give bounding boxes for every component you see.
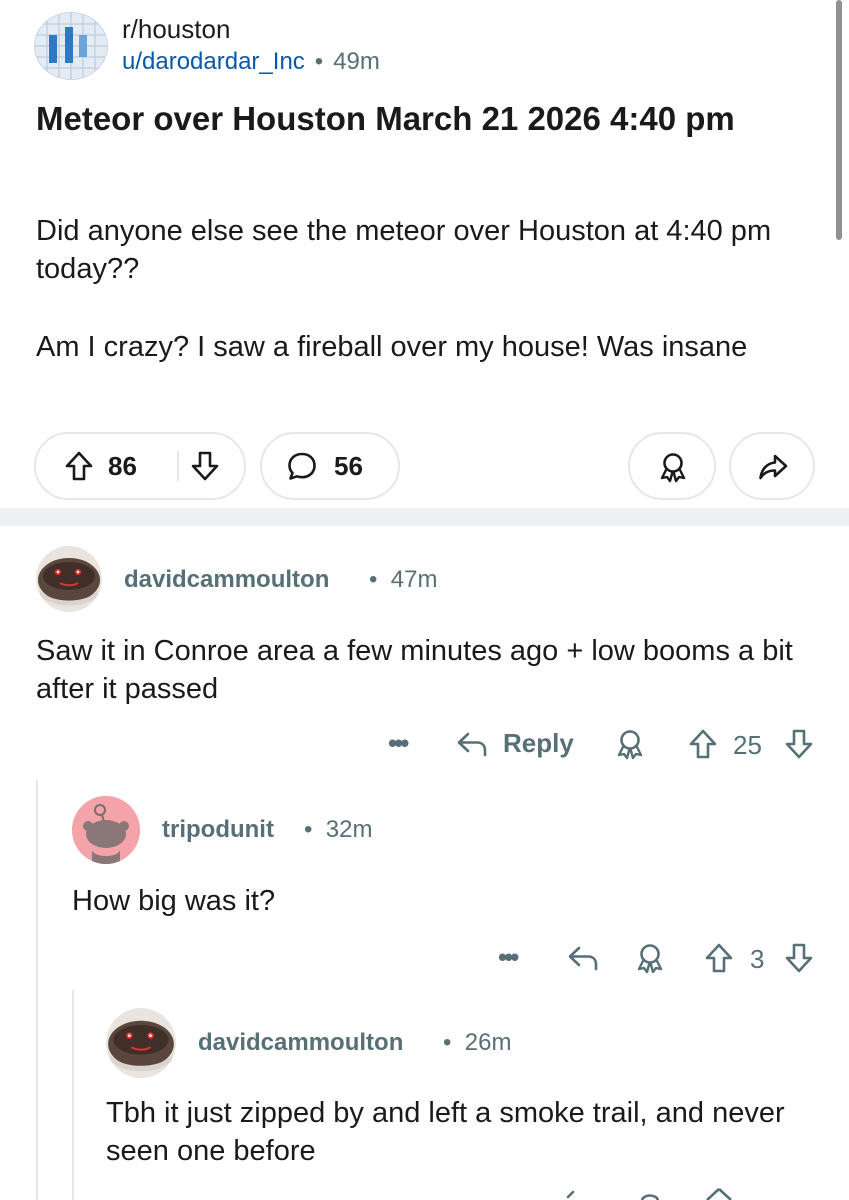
award-button[interactable] <box>614 728 646 760</box>
subreddit-name[interactable]: r/houston <box>122 14 230 45</box>
vote-divider <box>177 451 179 481</box>
avatar[interactable] <box>106 1008 176 1078</box>
vote-pill: 86 <box>34 432 246 500</box>
reply-arrow-icon <box>566 1190 575 1199</box>
avatar[interactable] <box>72 796 140 864</box>
comment-author[interactable]: davidcammoulton <box>198 1029 403 1057</box>
comment-bubble-icon <box>288 452 316 480</box>
share-button[interactable] <box>729 432 815 500</box>
post-meta: u/darodardar_Inc • 49m <box>122 48 380 76</box>
comment-count: 56 <box>334 451 363 481</box>
avatar[interactable] <box>36 546 102 612</box>
upvote-button[interactable] <box>704 1186 734 1200</box>
post-age: 49m <box>333 48 380 75</box>
more-dots-icon[interactable]: ••• <box>498 942 519 973</box>
comment-age: 32m <box>325 816 373 843</box>
upvote-button[interactable] <box>704 942 734 974</box>
post-title[interactable]: Meteor over Houston March 21 2026 4:40 p… <box>36 98 776 140</box>
arrow-down-icon <box>191 451 219 481</box>
downvote-button[interactable] <box>190 450 220 482</box>
award-icon <box>660 453 686 483</box>
arrow-up-icon <box>706 1188 732 1200</box>
comment-author[interactable]: davidcammoulton <box>124 566 329 594</box>
subreddit-icon <box>35 13 107 79</box>
award-button[interactable] <box>634 942 666 974</box>
reply-button[interactable] <box>566 942 600 974</box>
section-separator <box>0 508 849 526</box>
comments-button[interactable]: 56 <box>260 432 400 500</box>
meta-separator: • <box>443 1029 452 1056</box>
comment-meta: • 32m <box>304 816 372 844</box>
arrow-up-icon <box>65 451 93 481</box>
downvote-button[interactable] <box>784 942 814 974</box>
comment-text: Tbh it just zipped by and left a smoke t… <box>106 1097 785 1167</box>
reply-label: Reply <box>503 728 574 758</box>
more-dots-icon[interactable]: ••• <box>388 728 409 759</box>
avatar-image-icon <box>108 1020 174 1072</box>
arrow-down-icon <box>785 943 813 973</box>
comment-meta: • 26m <box>443 1029 511 1057</box>
post-body: Did anyone else see the meteor over Hous… <box>36 212 806 406</box>
arrow-up-icon <box>689 729 717 759</box>
award-button[interactable] <box>628 432 716 500</box>
post-body-paragraph: Am I crazy? I saw a fireball over my hou… <box>36 331 748 363</box>
arrow-up-icon <box>705 943 733 973</box>
meta-separator: • <box>369 566 378 593</box>
comment-age: 26m <box>464 1029 512 1056</box>
thread-line[interactable] <box>36 780 38 1200</box>
meta-separator: • <box>314 48 324 75</box>
award-icon <box>617 730 643 760</box>
scrollbar[interactable] <box>836 0 842 240</box>
share-arrow-icon <box>759 454 788 480</box>
reply-arrow-icon <box>568 946 598 971</box>
thread-line[interactable] <box>72 990 74 1200</box>
upvote-button[interactable] <box>64 450 94 482</box>
post-author-link[interactable]: u/darodardar_Inc <box>122 48 305 75</box>
post-body-paragraph: Did anyone else see the meteor over Hous… <box>36 215 772 285</box>
avatar-image-icon <box>38 558 100 606</box>
comment-score: 25 <box>733 730 762 760</box>
upvote-button[interactable] <box>688 728 718 760</box>
comment-score: 3 <box>750 944 765 974</box>
comment-text: Saw it in Conroe area a few minutes ago … <box>36 635 793 705</box>
comment-text: How big was it? <box>72 885 276 917</box>
upvote-count: 86 <box>108 451 137 481</box>
comment-age: 47m <box>390 566 438 593</box>
comment-author[interactable]: tripodunit <box>162 816 274 844</box>
snoo-avatar-icon <box>72 796 140 864</box>
meta-separator: • <box>304 816 313 843</box>
reply-arrow-icon <box>457 732 487 757</box>
award-icon <box>637 944 663 974</box>
arrow-down-icon <box>785 729 813 759</box>
award-icon <box>640 1194 660 1200</box>
award-button[interactable] <box>634 1186 666 1200</box>
comment-meta: • 47m <box>369 566 437 594</box>
reply-button[interactable] <box>560 1186 594 1200</box>
subreddit-avatar[interactable] <box>34 12 108 80</box>
downvote-button[interactable] <box>784 728 814 760</box>
